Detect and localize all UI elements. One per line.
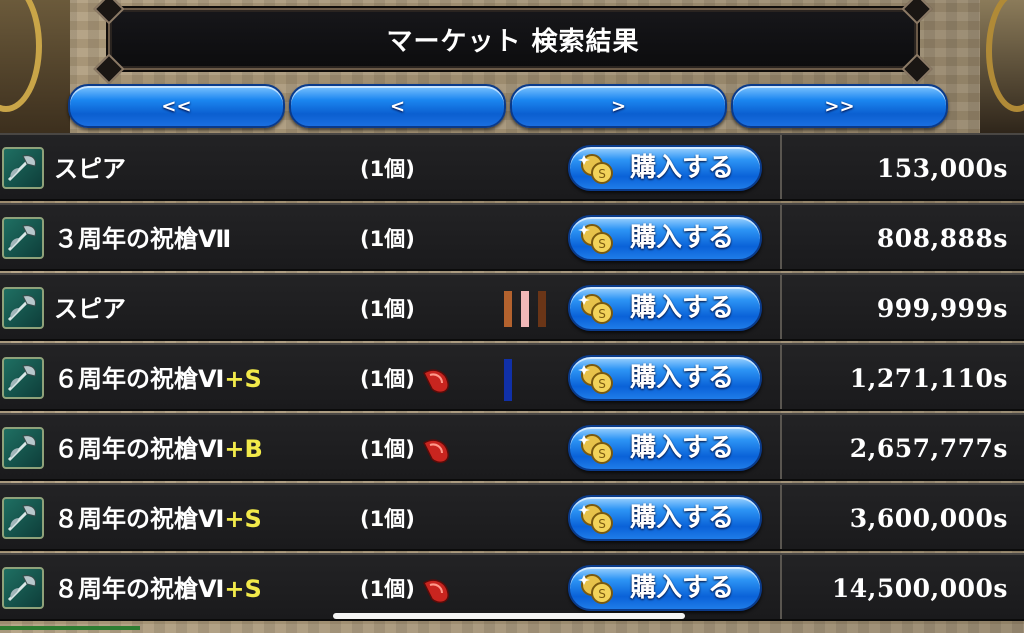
svg-text:S: S [598, 237, 606, 251]
buy-button-label: 購入する [630, 573, 735, 603]
coins-icon: S [578, 574, 613, 604]
progress-accent [0, 626, 140, 630]
buy-button-label: 購入する [630, 363, 735, 393]
item-enhance-suffix: +B [224, 435, 263, 463]
item-price: 14,500,000s [831, 574, 1008, 603]
table-row: ６周年の祝槍Ⅵ+B (1個) S 購入する 2,657,777s [0, 413, 1024, 481]
svg-text:S: S [598, 447, 606, 461]
buy-button[interactable]: S 購入する [568, 215, 762, 261]
coins-icon: S [578, 434, 613, 464]
color-marker [504, 291, 512, 327]
spear-axe-icon [2, 147, 44, 189]
market-results-list: スピア (1個) S 購入する 153,000s ３周年の祝槍Ⅶ (1個) S … [0, 133, 1024, 633]
buy-button-label: 購入する [630, 293, 735, 323]
spear-axe-icon [2, 567, 44, 609]
item-name: ３周年の祝槍Ⅶ [54, 225, 232, 253]
next-page-button[interactable]: > [510, 84, 727, 128]
item-name: ６周年の祝槍Ⅵ+S [54, 365, 262, 393]
buy-button[interactable]: S 購入する [568, 425, 762, 471]
table-row: ６周年の祝槍Ⅵ+S (1個) S 購入する 1,271,110s [0, 343, 1024, 411]
page-title: マーケット 検索結果 [386, 26, 640, 57]
item-quantity: (1個) [360, 437, 415, 461]
spear-axe-icon [2, 217, 44, 259]
color-marker [538, 291, 546, 327]
red-gem-icon [423, 439, 449, 464]
column-divider [780, 345, 782, 409]
table-row: スピア (1個) S 購入する 999,999s [0, 273, 1024, 341]
buy-button[interactable]: S 購入する [568, 565, 762, 611]
color-marker [521, 291, 529, 327]
pagination: << < > >> [68, 84, 948, 128]
red-gem-icon [423, 579, 449, 604]
item-enhance-suffix: +S [224, 365, 262, 393]
item-price: 808,888s [876, 224, 1008, 253]
svg-text:S: S [598, 377, 606, 391]
item-name: ８周年の祝槍Ⅵ+S [54, 505, 262, 533]
spear-axe-icon [2, 497, 44, 539]
item-quantity: (1個) [360, 297, 415, 321]
svg-text:S: S [598, 307, 606, 321]
table-row: ８周年の祝槍Ⅵ+S (1個) S 購入する 14,500,000s [0, 553, 1024, 621]
buy-button-label: 購入する [630, 433, 735, 463]
table-row: スピア (1個) S 購入する 153,000s [0, 133, 1024, 201]
item-quantity: (1個) [360, 227, 415, 251]
coins-icon: S [578, 224, 613, 254]
column-divider [780, 275, 782, 339]
svg-text:S: S [598, 167, 606, 181]
spear-axe-icon [2, 287, 44, 329]
item-name: スピア [54, 155, 126, 183]
coins-icon: S [578, 504, 613, 534]
spear-axe-icon [2, 357, 44, 399]
buy-button-label: 購入する [630, 503, 735, 533]
column-divider [780, 205, 782, 269]
coins-icon: S [578, 154, 613, 184]
column-divider [780, 415, 782, 479]
item-quantity: (1個) [360, 367, 415, 391]
buy-button[interactable]: S 購入する [568, 355, 762, 401]
column-divider [780, 485, 782, 549]
table-row: ８周年の祝槍Ⅵ+S (1個) S 購入する 3,600,000s [0, 483, 1024, 551]
home-indicator[interactable] [333, 613, 685, 619]
item-quantity: (1個) [360, 157, 415, 181]
item-name: ６周年の祝槍Ⅵ+B [54, 435, 263, 463]
buy-button[interactable]: S 購入する [568, 145, 762, 191]
item-name: ８周年の祝槍Ⅵ+S [54, 575, 262, 603]
svg-text:S: S [598, 587, 606, 601]
coins-icon: S [578, 294, 613, 324]
item-price: 1,271,110s [849, 364, 1008, 393]
item-enhance-suffix: +S [224, 575, 262, 603]
item-enhance-suffix: +S [224, 505, 262, 533]
buy-button[interactable]: S 購入する [568, 495, 762, 541]
item-price: 3,600,000s [849, 504, 1008, 533]
title-bar: マーケット 検索結果 [93, 0, 933, 85]
item-quantity: (1個) [360, 507, 415, 531]
coins-icon: S [578, 364, 613, 394]
red-gem-icon [423, 369, 449, 394]
prev-page-button[interactable]: < [289, 84, 506, 128]
last-page-button[interactable]: >> [731, 84, 948, 128]
column-divider [780, 555, 782, 619]
color-marker [504, 359, 512, 401]
item-price: 999,999s [876, 294, 1008, 323]
item-name: スピア [54, 295, 126, 323]
buy-button-label: 購入する [630, 153, 735, 183]
buy-button-label: 購入する [630, 223, 735, 253]
table-row: ３周年の祝槍Ⅶ (1個) S 購入する 808,888s [0, 203, 1024, 271]
column-divider [780, 135, 782, 199]
first-page-button[interactable]: << [68, 84, 285, 128]
spear-axe-icon [2, 427, 44, 469]
buy-button[interactable]: S 購入する [568, 285, 762, 331]
item-price: 153,000s [876, 154, 1008, 183]
svg-text:S: S [598, 517, 606, 531]
item-price: 2,657,777s [849, 434, 1008, 463]
